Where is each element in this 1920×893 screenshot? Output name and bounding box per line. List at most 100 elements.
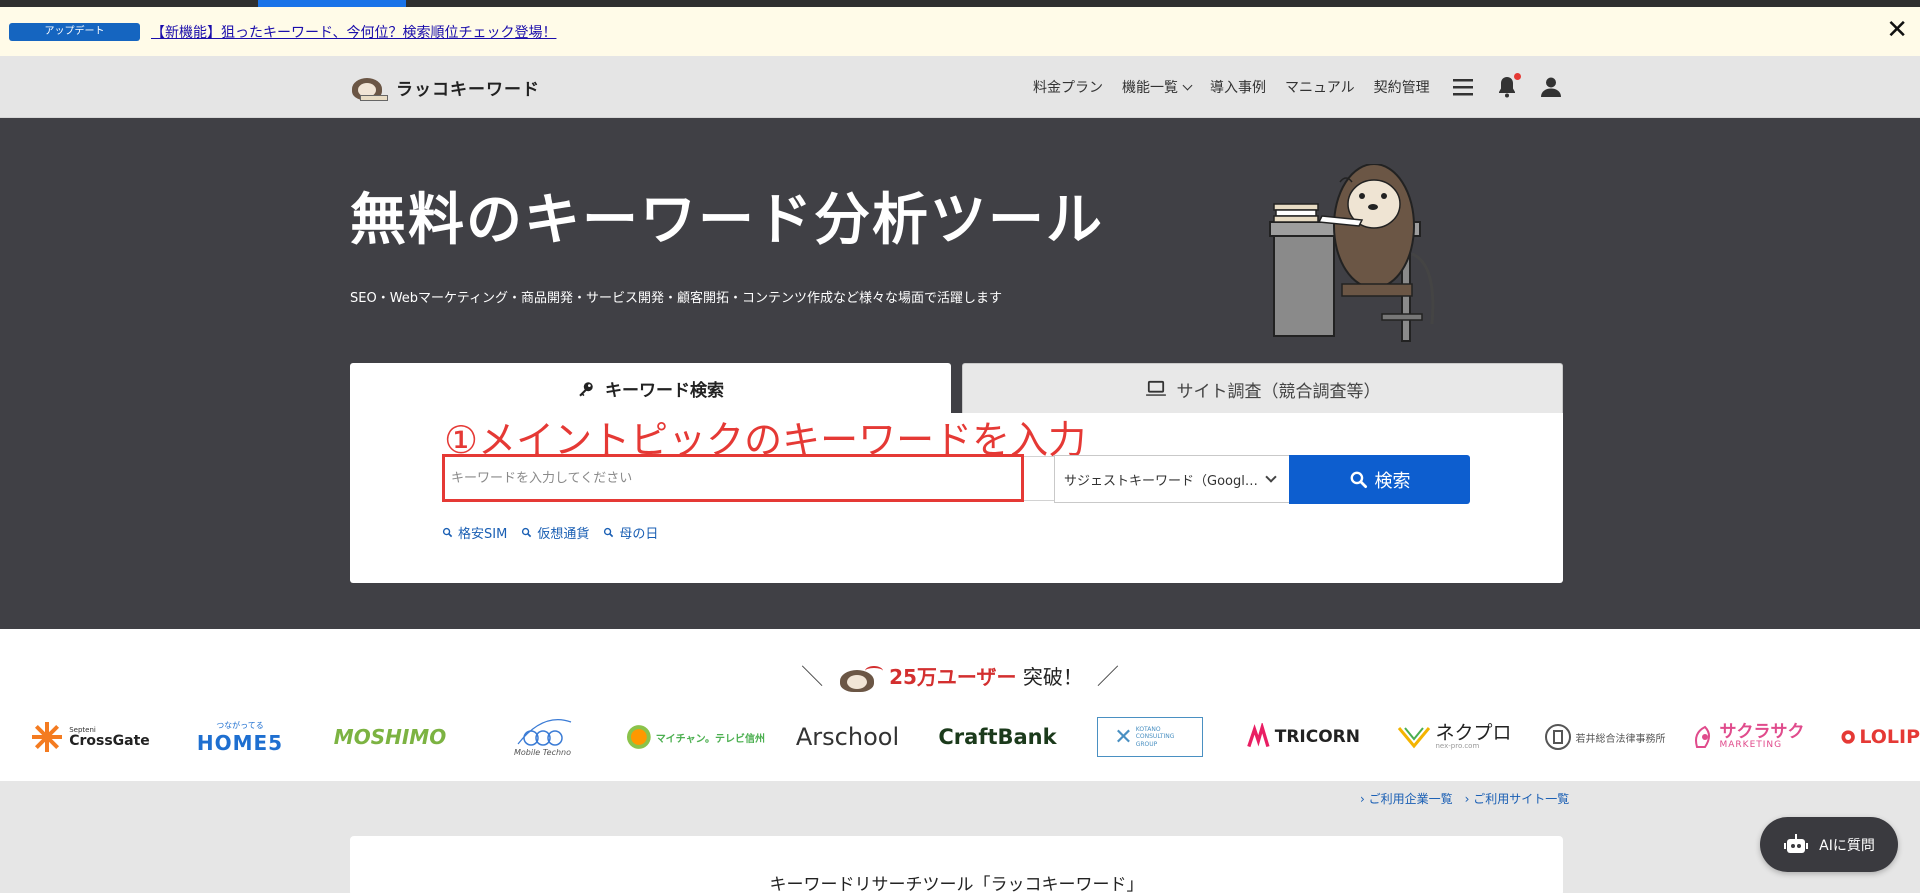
client-logo-sub: つながってる (216, 720, 264, 730)
client-companies-link[interactable]: › ご利用企業一覧 (1360, 790, 1453, 807)
users-headline: ＼ 25万ユーザー 突破！／ (801, 665, 1119, 692)
nav-contract[interactable]: 契約管理 (1374, 77, 1430, 97)
announcement-link[interactable]: 【新機能】狙ったキーワード、今何位？検索順位チェック登場！ (151, 22, 556, 42)
laptop-icon (1145, 380, 1167, 398)
client-sites-label: ご利用サイト一覧 (1473, 792, 1570, 806)
client-logo: 若井総合法律事務所 (1537, 711, 1672, 763)
hero-subtitle: SEO・Webマーケティング・商品開発・サービス開発・顧客開拓・コンテンツ作成な… (350, 291, 1003, 306)
wakai-law-seal-icon (1544, 724, 1571, 750)
suggestion-link[interactable]: 格安SIM (442, 523, 507, 542)
usage-links: › ご利用企業一覧 › ご利用サイト一覧 (1348, 790, 1569, 807)
search-icon (522, 527, 532, 538)
client-sites-link[interactable]: › ご利用サイト一覧 (1465, 790, 1570, 807)
intro-card: キーワードリサーチツール「ラッコキーワード」 (350, 836, 1563, 893)
otter-mascot-icon (837, 665, 884, 692)
client-logo: サクラサク MARKETING (1690, 711, 1805, 763)
client-logo-name: LOLIP (1859, 726, 1920, 748)
suggestion-text: 仮想通貨 (537, 527, 590, 542)
search-icon (604, 527, 614, 538)
client-logo-name: Mobile Techno (513, 747, 572, 757)
header: ラッコキーワード 料金プラン 機能一覧 導入事例 マニュアル 契約管理 (0, 56, 1920, 118)
sakurasaku-mark-icon (1694, 725, 1710, 748)
bell-icon[interactable] (1495, 73, 1521, 99)
suggestion-text: 母の日 (619, 527, 659, 542)
suggested-keywords: 格安SIM 仮想通貨 母の日 (442, 523, 672, 542)
nav-features-label: 機能一覧 (1122, 80, 1178, 96)
search-panel: ①メイントピックのキーワードを入力 サジェストキーワード（Googl… 検索 格… (350, 413, 1563, 583)
logo[interactable]: ラッコキーワード (350, 71, 540, 103)
client-logo-name: ネクプロ (1435, 722, 1512, 744)
client-logo-name: HOME5 (196, 730, 284, 755)
main-nav: 料金プラン 機能一覧 導入事例 マニュアル 契約管理 (1033, 56, 1583, 118)
robot-icon (1784, 833, 1809, 853)
client-logo-name: CraftBank (938, 725, 1057, 749)
client-logo-name: CrossGate (69, 732, 150, 749)
mobile-techno-mark-icon (517, 718, 571, 746)
hamburger-menu-icon[interactable] (1451, 75, 1475, 99)
notification-dot (1513, 73, 1521, 80)
logo-text: ラッコキーワード (396, 79, 540, 100)
chevron-down-icon (1265, 471, 1277, 483)
search-icon (442, 527, 453, 538)
client-logo: つながってる HOME5 (185, 711, 295, 763)
client-logo-name: 若井総合法律事務所 (1575, 733, 1666, 745)
users-section: ＼ 25万ユーザー 突破！／ Septeni CrossGate つながってる H… (0, 629, 1920, 781)
client-logo-sub: MARKETING (1719, 740, 1783, 750)
client-companies-label: ご利用企業一覧 (1368, 792, 1453, 806)
tab-site-research-label: サイト調査（競合調査等） (1176, 381, 1381, 402)
search-button-label: 検索 (1374, 470, 1411, 492)
client-logos: Septeni CrossGate つながってる HOME5 MOSHIMO M… (0, 711, 1920, 763)
search-card: キーワード検索 サイト調査（競合調査等） ①メイントピックのキーワードを入力 サ… (350, 363, 1563, 583)
search-type-select[interactable]: サジェストキーワード（Googl… (1054, 455, 1291, 503)
client-logo: LOLIP (1840, 711, 1920, 763)
client-logo: ✕ KOTANO CONSULTING GROUP (1097, 717, 1203, 757)
close-icon[interactable]: ✕ (1886, 16, 1908, 44)
suggestion-link[interactable]: 仮想通貨 (521, 523, 589, 542)
client-logo-name: サクラサク (1719, 722, 1805, 742)
progress-indicator (258, 0, 406, 7)
tab-keyword-search[interactable]: キーワード検索 (350, 363, 951, 414)
otter-at-desk-illustration (1269, 164, 1435, 342)
client-logo-name: TRICORN (1274, 727, 1360, 747)
keyword-input-highlight (442, 454, 1024, 502)
client-logo-name: KOTANO CONSULTING GROUP (1135, 726, 1175, 748)
keyword-search-input[interactable] (445, 457, 1021, 499)
intro-title: キーワードリサーチツール「ラッコキーワード」 (769, 875, 1144, 893)
update-badge: アップデート (9, 23, 140, 41)
nav-features[interactable]: 機能一覧 (1122, 77, 1193, 97)
search-icon (1350, 471, 1367, 489)
client-logo-name: MOSHIMO (333, 725, 447, 749)
nav-manual[interactable]: マニュアル (1285, 77, 1355, 97)
tab-keyword-search-label: キーワード検索 (605, 381, 724, 401)
client-logo: TRICORN (1245, 711, 1360, 763)
kotano-mark-icon: ✕ (1114, 724, 1133, 750)
nav-pricing[interactable]: 料金プラン (1033, 77, 1103, 97)
otter-logo-icon (350, 72, 390, 102)
nav-case-studies[interactable]: 導入事例 (1210, 77, 1266, 97)
tricorn-mark-icon (1247, 723, 1270, 748)
client-logo: Mobile Techno (500, 711, 585, 763)
client-logo-sub: nex-pro.com (1435, 742, 1480, 750)
nexpro-mark-icon (1398, 727, 1431, 749)
tab-site-research[interactable]: サイト調査（競合調査等） (962, 363, 1563, 414)
chevron-down-icon (1182, 80, 1193, 91)
lolipop-mark-icon (1841, 730, 1855, 744)
client-logo: マイチャン。テレビ信州 (625, 711, 765, 763)
client-logo: Septeni CrossGate (30, 711, 150, 763)
suggestion-link[interactable]: 母の日 (603, 523, 658, 542)
suggestion-text: 格安SIM (458, 527, 508, 542)
input-spacer (1024, 456, 1054, 501)
users-suffix: 突破！ (1022, 665, 1083, 689)
ai-question-button[interactable]: AIに質問 (1760, 817, 1898, 872)
client-logo: ネクプロ nex-pro.com (1397, 711, 1512, 763)
user-icon[interactable] (1539, 75, 1563, 99)
mychan-mark-icon (626, 725, 651, 749)
client-logo-name: マイチャン。テレビ信州 (655, 733, 765, 745)
search-type-value: サジェストキーワード（Googl… (1064, 473, 1258, 489)
ai-question-label: AIに質問 (1819, 837, 1875, 854)
top-strip (0, 0, 1920, 7)
client-logo-name: Arschool (795, 723, 900, 751)
search-button[interactable]: 検索 (1289, 455, 1470, 504)
crossgate-mark-icon (32, 722, 63, 752)
key-icon (577, 380, 595, 398)
